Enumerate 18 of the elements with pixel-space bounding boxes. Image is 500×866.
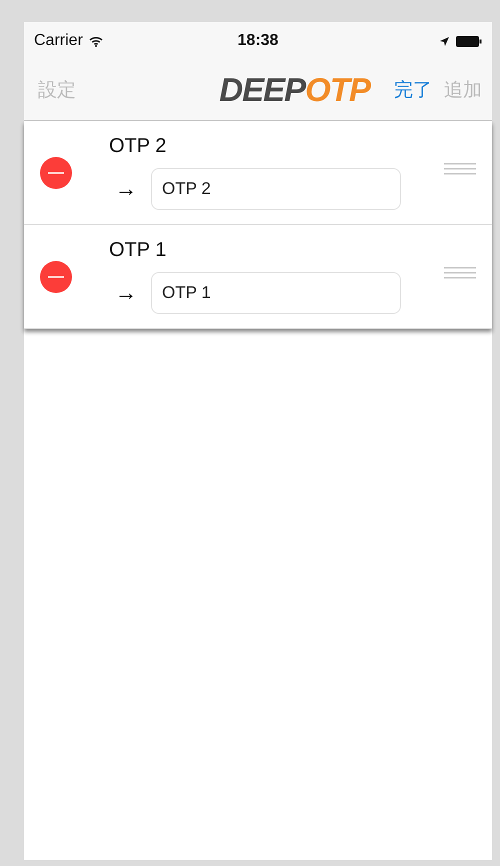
reorder-handle-icon[interactable] bbox=[444, 267, 476, 279]
logo-accent-text: OTP bbox=[305, 71, 370, 108]
delete-icon[interactable] bbox=[40, 260, 72, 292]
delete-icon[interactable] bbox=[40, 156, 72, 188]
arrow-glyph: → bbox=[115, 280, 137, 306]
input-field[interactable]: OTP 1 bbox=[151, 272, 401, 314]
logo-text: DEEP bbox=[219, 71, 306, 108]
battery-icon bbox=[456, 36, 482, 46]
location-icon bbox=[438, 36, 450, 46]
row-title: OTP 1 bbox=[109, 239, 168, 262]
arrow-glyph: → bbox=[115, 176, 137, 202]
wifi-icon bbox=[88, 36, 103, 46]
row-title: OTP 2 bbox=[109, 135, 168, 158]
clock-time: 18:38 bbox=[238, 32, 278, 50]
carrier-label: Carrier bbox=[34, 32, 83, 50]
nav-button[interactable]: 完了 bbox=[392, 75, 434, 105]
reorder-handle-icon[interactable] bbox=[444, 163, 476, 175]
input-field[interactable]: OTP 2 bbox=[151, 168, 401, 210]
